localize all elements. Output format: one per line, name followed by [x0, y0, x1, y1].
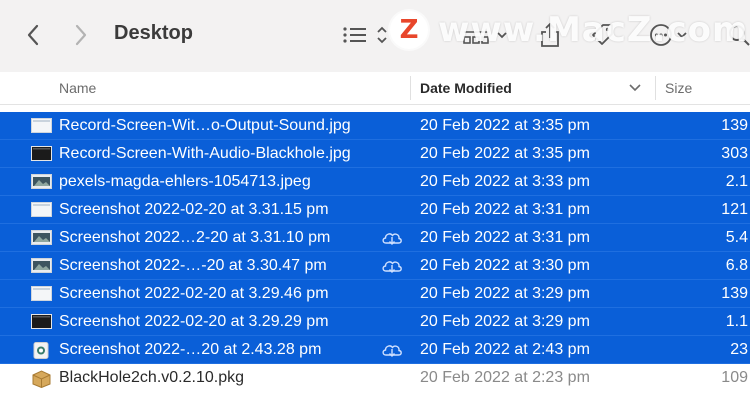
file-name: Screenshot 2022-02-20 at 3.29.29 pm — [59, 313, 329, 330]
file-size: 109 — [721, 369, 748, 386]
file-size: 139 — [721, 285, 748, 302]
file-size: 121 — [721, 201, 748, 218]
share-icon — [541, 22, 559, 47]
share-button[interactable] — [538, 20, 562, 50]
more-button[interactable] — [648, 20, 696, 50]
column-date-modified[interactable]: Date Modified — [420, 72, 512, 104]
image-dark-thumb-icon — [31, 314, 52, 329]
icloud-download-icon[interactable] — [380, 342, 404, 363]
chevron-left-icon — [27, 24, 39, 46]
chevron-right-icon — [75, 24, 87, 46]
search-button[interactable] — [728, 20, 750, 50]
group-icon — [463, 31, 507, 44]
file-list: Record-Screen-Wit…o-Output-Sound.jpg 20 F… — [0, 112, 750, 391]
file-size: 303 — [721, 145, 748, 162]
tag-button[interactable] — [590, 20, 616, 50]
file-size: 23 — [730, 341, 748, 358]
file-row[interactable]: Screenshot 2022…2-20 at 3.31.10 pm 20 Feb… — [0, 224, 750, 252]
file-size: 139 — [721, 117, 748, 134]
file-row[interactable]: Screenshot 2022-02-20 at 3.29.29 pm 20 Fe… — [0, 308, 750, 336]
file-date-modified: 20 Feb 2022 at 3:35 pm — [420, 145, 590, 162]
file-name: Record-Screen-Wit…o-Output-Sound.jpg — [59, 117, 351, 134]
icloud-download-icon[interactable] — [380, 258, 404, 279]
list-view-icon — [343, 26, 387, 44]
group-button[interactable] — [462, 20, 510, 50]
file-name: Screenshot 2022-02-20 at 3.29.46 pm — [59, 285, 329, 302]
view-options-button[interactable] — [342, 20, 390, 50]
photo-thumb-icon — [31, 258, 52, 273]
file-date-modified: 20 Feb 2022 at 2:43 pm — [420, 341, 590, 358]
file-size: 5.4 — [725, 229, 748, 246]
file-name: Screenshot 2022…2-20 at 3.31.10 pm — [59, 229, 331, 246]
file-date-modified: 20 Feb 2022 at 3:29 pm — [420, 285, 590, 302]
icloud-download-icon[interactable] — [380, 230, 404, 251]
file-row[interactable]: pexels-magda-ehlers-1054713.jpeg 20 Feb 2… — [0, 168, 750, 196]
more-icon — [650, 24, 687, 46]
column-size[interactable]: Size — [665, 72, 692, 104]
column-divider[interactable] — [655, 76, 656, 100]
file-row[interactable]: Screenshot 2022-…20 at 2.43.28 pm 20 Feb … — [0, 336, 750, 364]
column-name[interactable]: Name — [59, 72, 96, 104]
photo-thumb-icon — [31, 174, 52, 189]
file-row[interactable]: Screenshot 2022-…-20 at 3.30.47 pm 20 Feb… — [0, 252, 750, 280]
file-name: pexels-magda-ehlers-1054713.jpeg — [59, 173, 311, 190]
search-icon — [729, 25, 750, 46]
file-date-modified: 20 Feb 2022 at 3:31 pm — [420, 201, 590, 218]
file-size: 6.8 — [725, 257, 748, 274]
file-name: BlackHole2ch.v0.2.10.pkg — [59, 369, 244, 386]
file-row[interactable]: BlackHole2ch.v0.2.10.pkg 20 Feb 2022 at 2… — [0, 364, 750, 391]
app-thumb-icon — [31, 342, 52, 359]
watermark-logo-letter: Z — [399, 15, 419, 45]
package-icon — [31, 370, 52, 389]
file-row[interactable]: Record-Screen-Wit…o-Output-Sound.jpg 20 F… — [0, 112, 750, 140]
file-date-modified: 20 Feb 2022 at 3:29 pm — [420, 313, 590, 330]
sort-chevron[interactable] — [628, 72, 642, 104]
toolbar: Desktop Z www.MacZ.com — [0, 0, 750, 73]
file-row[interactable]: Screenshot 2022-02-20 at 3.29.46 pm 20 Fe… — [0, 280, 750, 308]
image-white-thumb-icon — [31, 118, 52, 133]
image-dark-thumb-icon — [31, 146, 52, 161]
file-name: Screenshot 2022-…-20 at 3.30.47 pm — [59, 257, 327, 274]
file-row[interactable]: Record-Screen-With-Audio-Blackhole.jpg 20… — [0, 140, 750, 168]
forward-button[interactable] — [68, 20, 94, 50]
file-size: 1.1 — [725, 313, 748, 330]
file-name: Screenshot 2022-02-20 at 3.31.15 pm — [59, 201, 329, 218]
back-button[interactable] — [20, 20, 46, 50]
file-date-modified: 20 Feb 2022 at 2:23 pm — [420, 369, 590, 386]
file-row[interactable]: Screenshot 2022-02-20 at 3.31.15 pm 20 Fe… — [0, 196, 750, 224]
file-size: 2.1 — [725, 173, 748, 190]
file-date-modified: 20 Feb 2022 at 3:33 pm — [420, 173, 590, 190]
file-date-modified: 20 Feb 2022 at 3:30 pm — [420, 257, 590, 274]
file-name: Screenshot 2022-…20 at 2.43.28 pm — [59, 341, 322, 358]
tag-icon — [592, 24, 613, 45]
photo-thumb-icon — [31, 230, 52, 245]
image-white-thumb-icon — [31, 286, 52, 301]
window-title: Desktop — [114, 22, 193, 44]
file-name: Record-Screen-With-Audio-Blackhole.jpg — [59, 145, 351, 162]
file-date-modified: 20 Feb 2022 at 3:35 pm — [420, 117, 590, 134]
file-date-modified: 20 Feb 2022 at 3:31 pm — [420, 229, 590, 246]
chevron-down-icon — [629, 84, 641, 92]
image-white-thumb-icon — [31, 202, 52, 217]
column-header: Name Date Modified Size — [0, 72, 750, 105]
column-divider[interactable] — [410, 76, 411, 100]
watermark-logo: Z — [390, 11, 428, 49]
